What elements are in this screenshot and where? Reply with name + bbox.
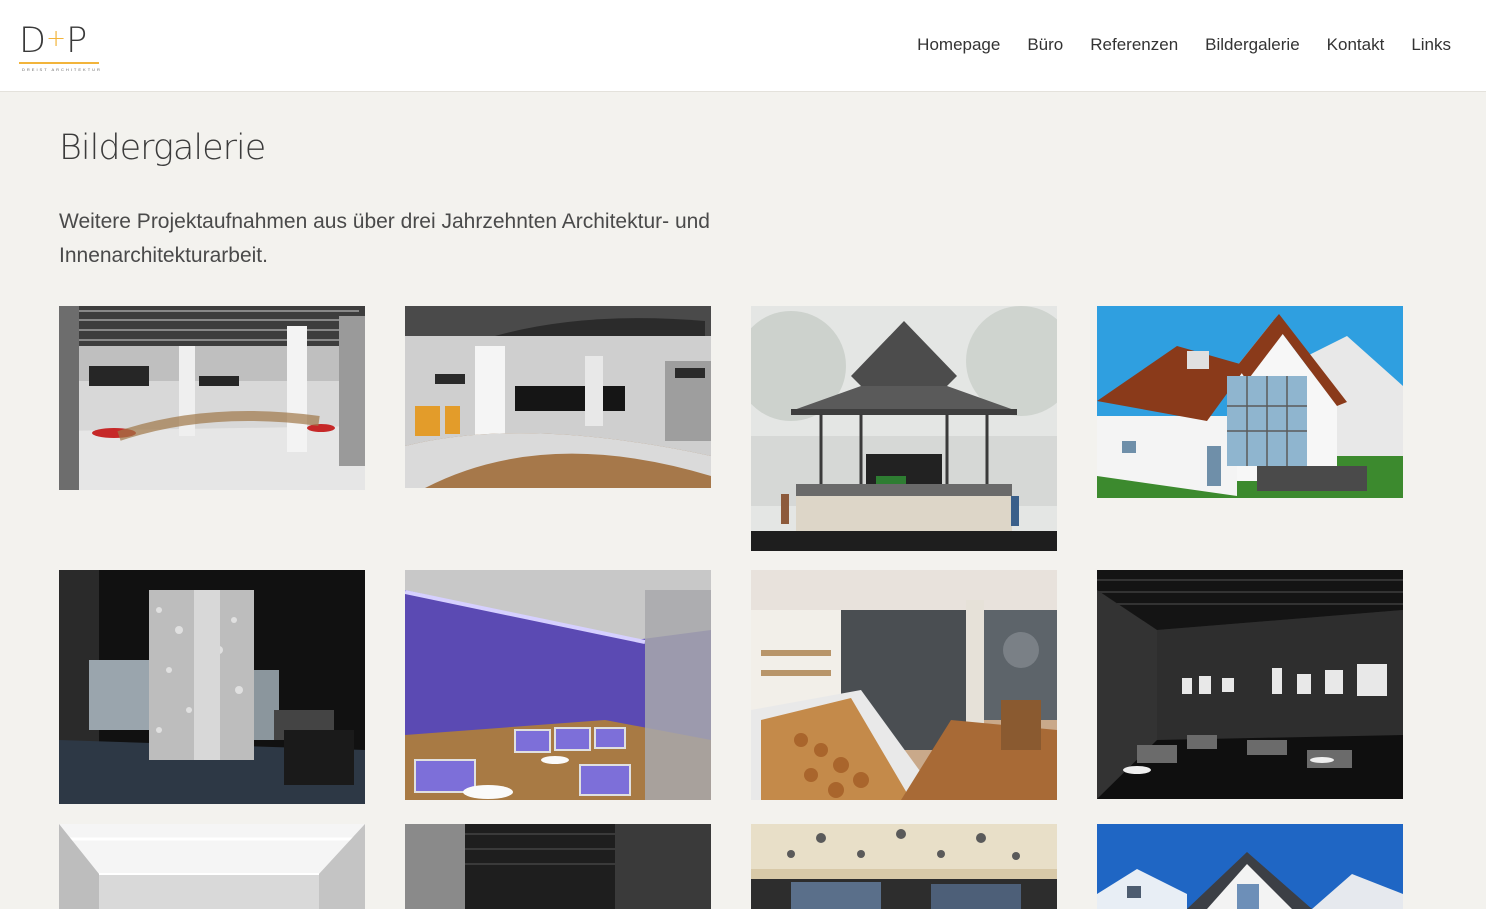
main-navigation: Homepage Büro Referenzen Bildergalerie K… (890, 34, 1451, 56)
bright-corridor-image (59, 824, 365, 909)
purple-lounge-image (405, 570, 711, 800)
logo-tagline: DREIST ARCHITEKTUR (22, 67, 102, 72)
nav-bildergalerie[interactable]: Bildergalerie (1205, 34, 1300, 56)
gallery-image-bright-corridor[interactable] (59, 824, 365, 909)
intro-text: Weitere Projektaufnahmen aus über drei J… (59, 210, 710, 267)
logo-wordmark: D+P (19, 21, 87, 61)
interior-hall-image (59, 306, 365, 490)
gallery-image-house-photo[interactable] (1097, 824, 1403, 909)
interior-hall-night-image (405, 306, 711, 488)
site-header: D+P DREIST ARCHITEKTUR Homepage Büro Ref… (0, 0, 1486, 92)
dark-room-column-image (59, 570, 365, 804)
nav-homepage[interactable]: Homepage (917, 34, 1000, 56)
site-logo[interactable]: D+P DREIST ARCHITEKTUR (19, 21, 102, 74)
logo-underline (19, 62, 99, 64)
bakery-cafe-image (751, 570, 1057, 800)
gallery-image-dark-room-column[interactable] (59, 570, 365, 804)
house-render-image (1097, 306, 1403, 498)
gallery-image-pavilion[interactable] (751, 306, 1057, 551)
nav-kontakt[interactable]: Kontakt (1327, 34, 1385, 56)
house-photo-image (1097, 824, 1403, 909)
page-title: Bildergalerie (59, 128, 266, 168)
gallery-image-bakery-cafe[interactable] (751, 570, 1057, 800)
gallery-image-restaurant-ceiling[interactable] (751, 824, 1057, 909)
restaurant-ceiling-image (751, 824, 1057, 909)
dark-gallery-image (1097, 570, 1403, 799)
gallery-image-interior-hall-night[interactable] (405, 306, 711, 488)
dark-interior-image (405, 824, 711, 909)
pavilion-image (751, 306, 1057, 551)
nav-referenzen[interactable]: Referenzen (1090, 34, 1178, 56)
nav-buero[interactable]: Büro (1027, 34, 1063, 56)
gallery-image-house-render[interactable] (1097, 306, 1403, 498)
gallery-image-interior-hall[interactable] (59, 306, 365, 490)
gallery-image-dark-gallery[interactable] (1097, 570, 1403, 799)
gallery-image-purple-lounge[interactable] (405, 570, 711, 800)
nav-links[interactable]: Links (1411, 34, 1451, 56)
gallery-image-dark-interior[interactable] (405, 824, 711, 909)
